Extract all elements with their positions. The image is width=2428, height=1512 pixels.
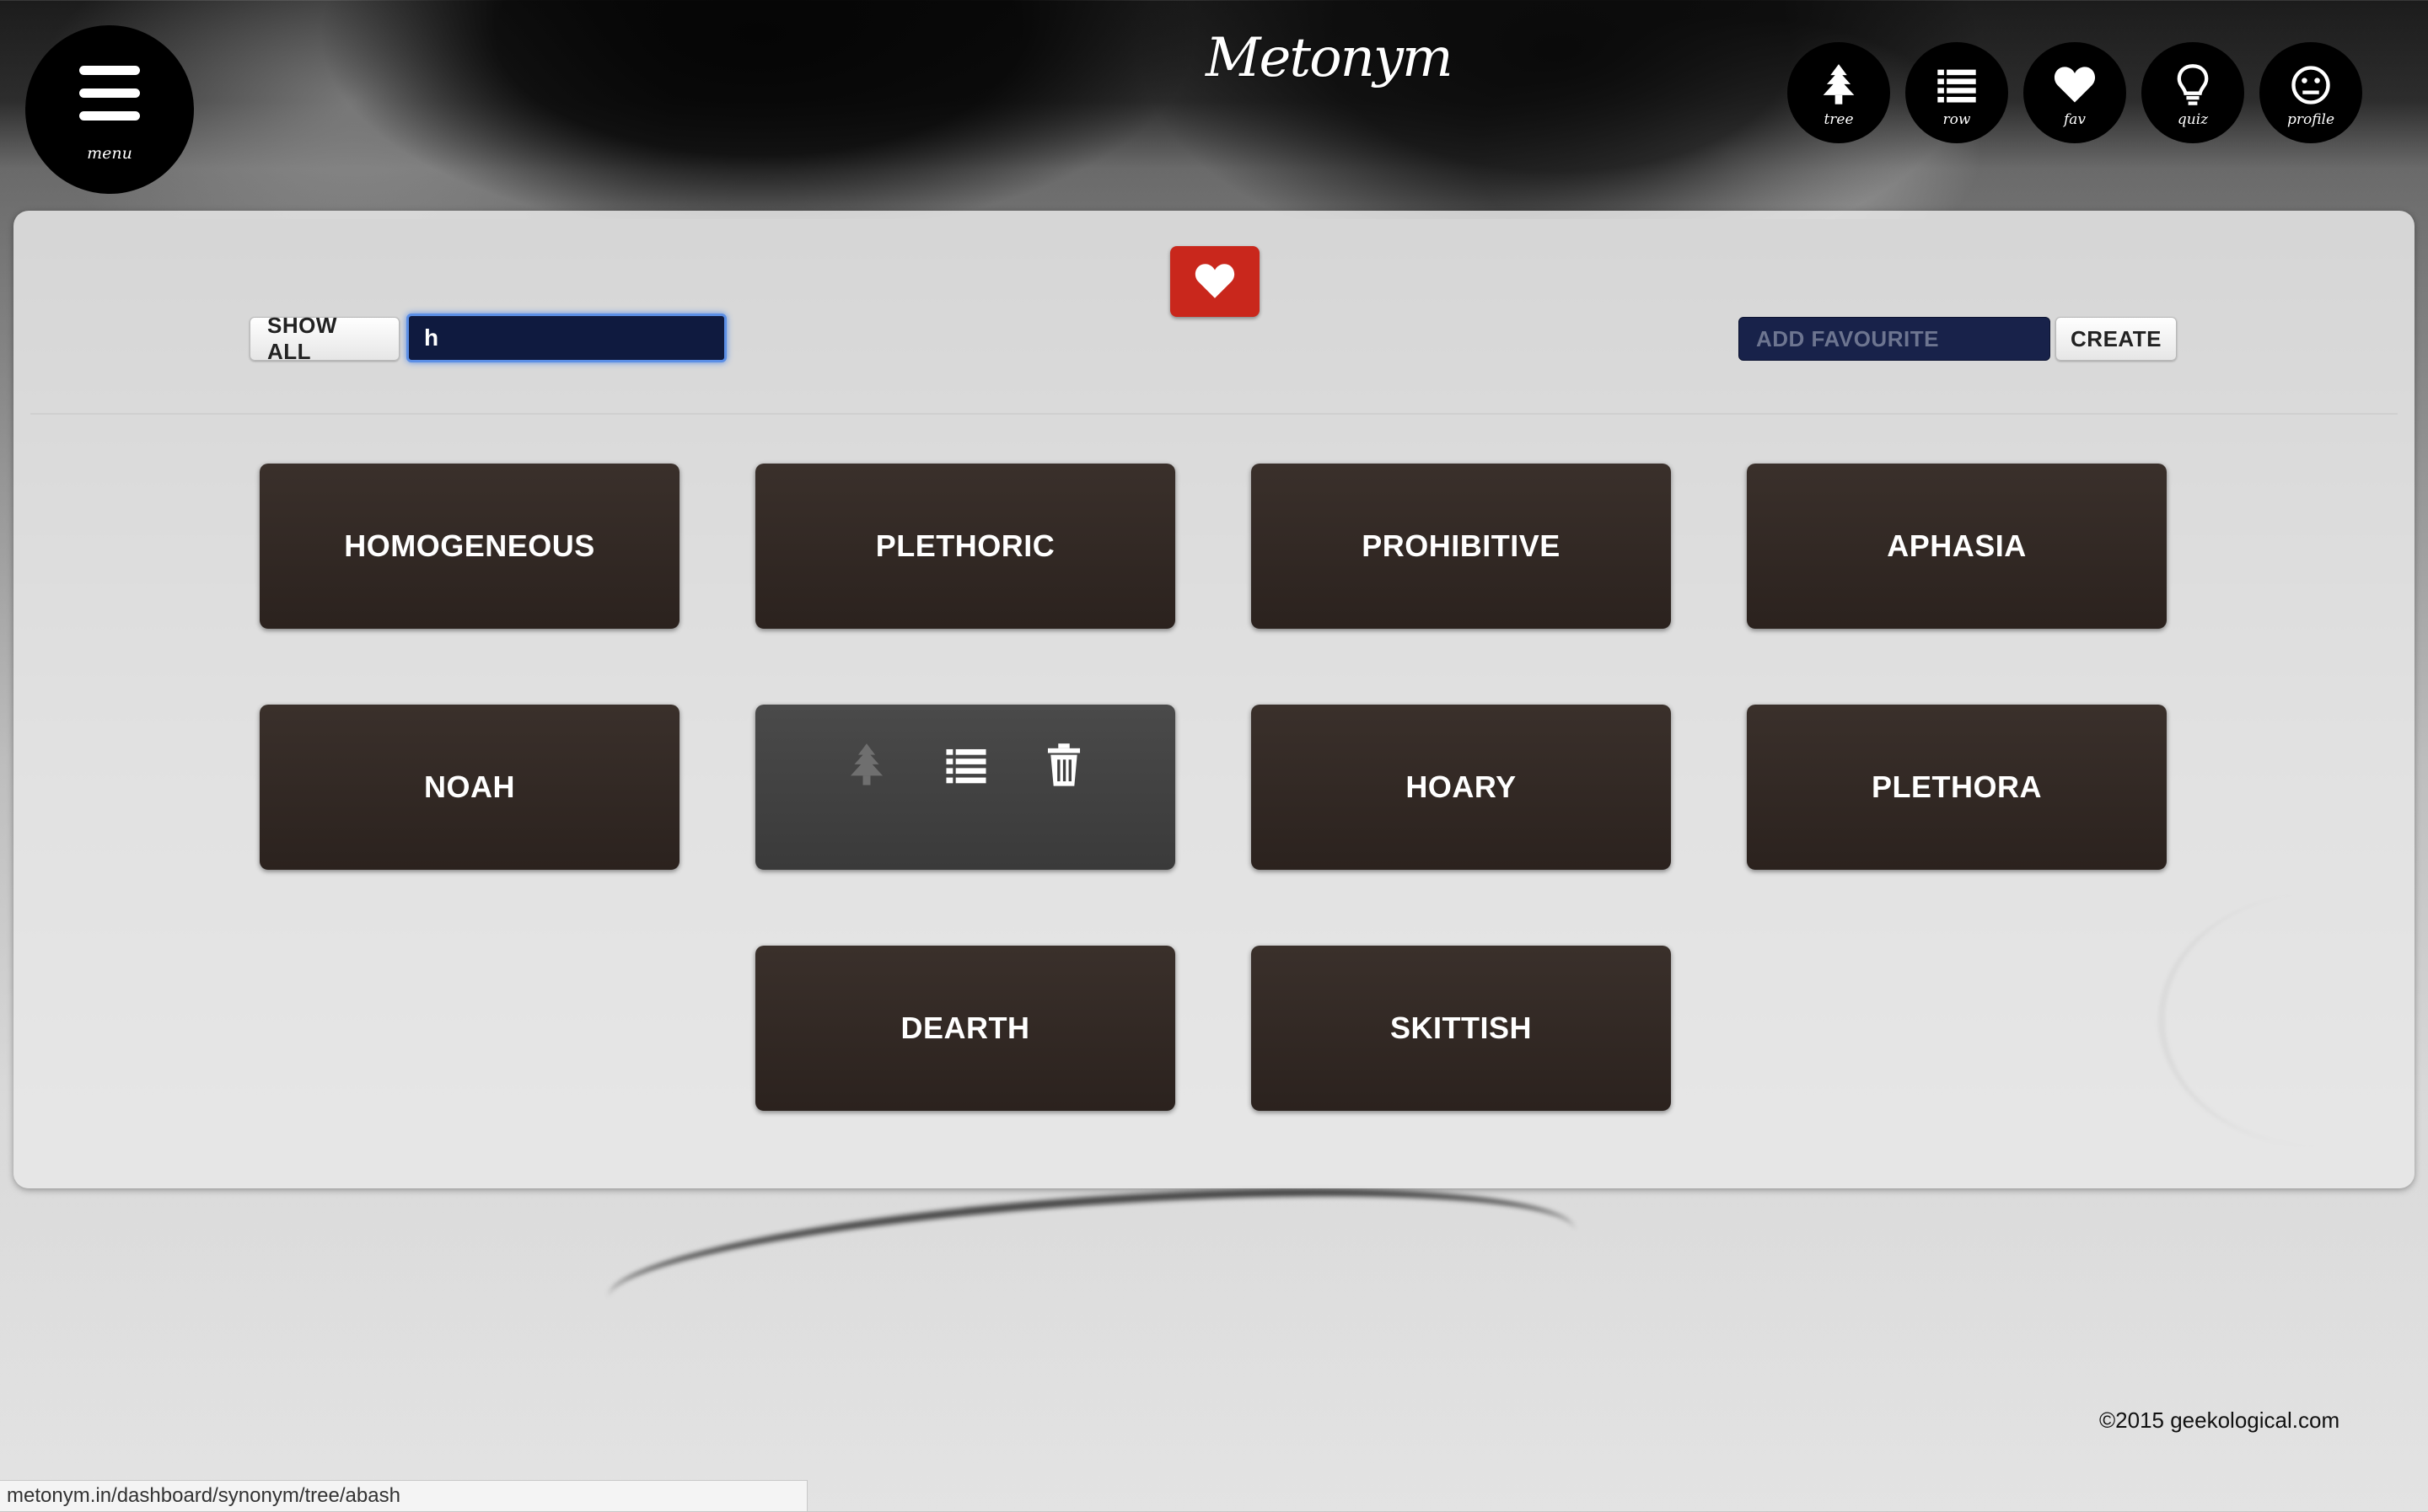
background-ink-stroke: [603, 1163, 1581, 1365]
face-icon: [2291, 66, 2330, 105]
divider: [30, 413, 2398, 415]
word-card[interactable]: HOMOGENEOUS: [260, 464, 680, 629]
word-card[interactable]: PROHIBITIVE: [1251, 464, 1671, 629]
create-button[interactable]: CREATE: [2055, 317, 2177, 361]
tree-icon: [1823, 64, 1855, 105]
word-card[interactable]: DEARTH: [755, 946, 1175, 1111]
word-card[interactable]: HOARY: [1251, 705, 1671, 870]
top-nav: tree row fav quiz profile: [1787, 42, 2428, 143]
lightbulb-icon: [2177, 64, 2209, 105]
browser-status-bar: metonym.in/dashboard/synonym/tree/abash: [0, 1480, 808, 1512]
card-actions: [755, 742, 1175, 792]
search-input[interactable]: h: [406, 314, 727, 362]
nav-tree-label: tree: [1824, 111, 1854, 128]
nav-profile-label: profile: [2286, 111, 2335, 128]
nav-row-label: row: [1942, 111, 1971, 128]
nav-fav-button[interactable]: fav: [2023, 42, 2126, 143]
heart-icon: [2054, 67, 2096, 103]
word-card[interactable]: NOAH: [260, 705, 680, 870]
nav-fav-label: fav: [2063, 111, 2087, 128]
metonym-logo: Metonym: [1206, 27, 1453, 89]
list-icon: [1937, 69, 1976, 103]
nav-quiz-label: quiz: [2177, 111, 2209, 128]
favourites-panel: SHOW ALL h ADD FAVOURITE CREATE HOMOGENE…: [13, 211, 2415, 1188]
nav-tree-button[interactable]: tree: [1787, 42, 1890, 143]
word-card[interactable]: APHASIA: [1747, 464, 2167, 629]
nav-row-button[interactable]: row: [1905, 42, 2008, 143]
word-card[interactable]: PLETHORIC: [755, 464, 1175, 629]
word-card-hovered[interactable]: [755, 705, 1175, 870]
show-all-button[interactable]: SHOW ALL: [250, 313, 400, 364]
heart-icon: [1195, 264, 1235, 298]
trash-icon[interactable]: [1040, 742, 1088, 789]
word-card[interactable]: SKITTISH: [1251, 946, 1671, 1111]
tree-icon[interactable]: [843, 742, 890, 789]
menu-button[interactable]: menu: [25, 25, 194, 194]
favourites-badge[interactable]: [1170, 246, 1260, 317]
hamburger-icon: [79, 65, 140, 121]
list-icon[interactable]: [943, 742, 990, 789]
nav-profile-button[interactable]: profile: [2259, 42, 2362, 143]
add-favourite-input[interactable]: ADD FAVOURITE: [1738, 317, 2050, 361]
nav-quiz-button[interactable]: quiz: [2141, 42, 2244, 143]
menu-label: menu: [87, 143, 132, 163]
copyright-text: ©2015 geekological.com: [2099, 1407, 2340, 1433]
word-card[interactable]: PLETHORA: [1747, 705, 2167, 870]
